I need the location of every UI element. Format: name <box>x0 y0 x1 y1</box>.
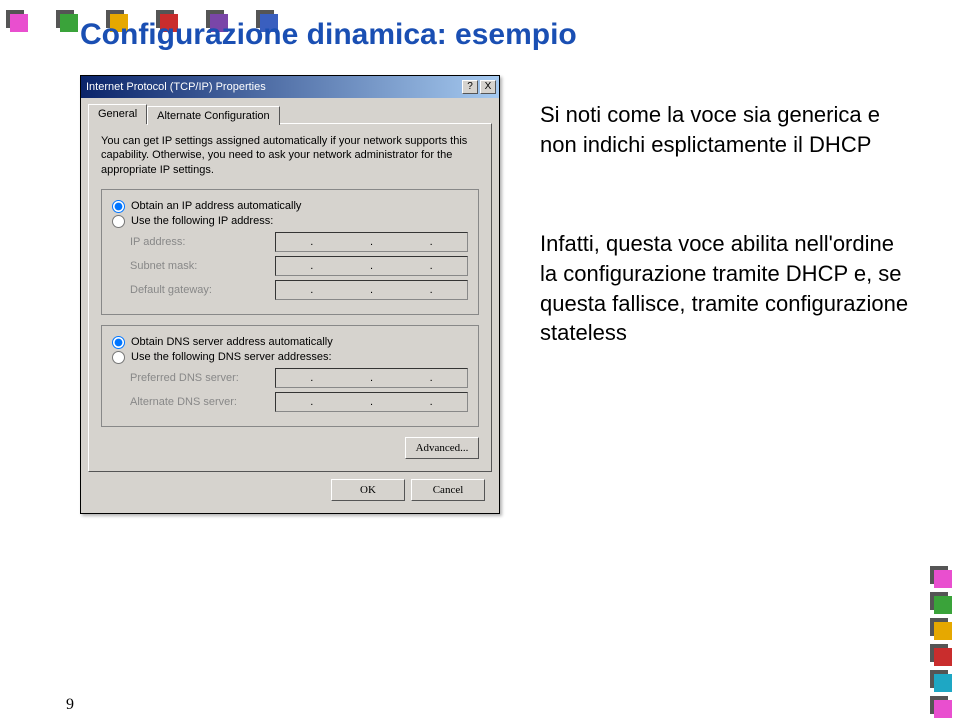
field-ip-address: IP address: ... <box>130 232 468 252</box>
page-number: 9 <box>66 696 74 714</box>
tab-panel-general: You can get IP settings assigned automat… <box>88 123 492 472</box>
annotation-1: Si noti come la voce sia generica e non … <box>540 100 910 159</box>
input-ip-address: ... <box>275 232 468 252</box>
label-subnet-mask: Subnet mask: <box>130 260 275 272</box>
close-button[interactable]: X <box>480 80 496 94</box>
label-default-gateway: Default gateway: <box>130 284 275 296</box>
tab-alternate-configuration[interactable]: Alternate Configuration <box>147 106 280 125</box>
page-title: Configurazione dinamica: esempio <box>80 18 577 52</box>
radio-use-ip-input[interactable] <box>112 215 125 228</box>
label-preferred-dns: Preferred DNS server: <box>130 372 275 384</box>
label-alternate-dns: Alternate DNS server: <box>130 396 275 408</box>
radio-obtain-dns-input[interactable] <box>112 336 125 349</box>
radio-use-ip[interactable]: Use the following IP address: <box>112 215 468 228</box>
annotation-2: Infatti, questa voce abilita nell'ordine… <box>540 229 910 348</box>
field-default-gateway: Default gateway: ... <box>130 280 468 300</box>
tab-bar: General Alternate Configuration <box>81 98 499 123</box>
radio-obtain-dns[interactable]: Obtain DNS server address automatically <box>112 336 468 349</box>
tcp-ip-properties-dialog: Internet Protocol (TCP/IP) Properties ? … <box>80 75 500 514</box>
radio-obtain-ip-label: Obtain an IP address automatically <box>131 200 301 212</box>
tab-general[interactable]: General <box>88 104 147 124</box>
ip-settings-group: Obtain an IP address automatically Use t… <box>101 189 479 315</box>
ok-button[interactable]: OK <box>331 479 405 501</box>
dialog-title: Internet Protocol (TCP/IP) Properties <box>86 81 266 93</box>
dns-settings-group: Obtain DNS server address automatically … <box>101 325 479 427</box>
radio-obtain-dns-label: Obtain DNS server address automatically <box>131 336 333 348</box>
input-preferred-dns: ... <box>275 368 468 388</box>
field-preferred-dns: Preferred DNS server: ... <box>130 368 468 388</box>
intro-text: You can get IP settings assigned automat… <box>101 134 479 177</box>
input-subnet-mask: ... <box>275 256 468 276</box>
radio-use-dns[interactable]: Use the following DNS server addresses: <box>112 351 468 364</box>
dialog-buttons: OK Cancel <box>81 479 499 513</box>
radio-use-dns-input[interactable] <box>112 351 125 364</box>
help-button[interactable]: ? <box>462 80 478 94</box>
field-alternate-dns: Alternate DNS server: ... <box>130 392 468 412</box>
decorative-squares-bottom <box>930 566 952 718</box>
input-alternate-dns: ... <box>275 392 468 412</box>
dialog-titlebar: Internet Protocol (TCP/IP) Properties ? … <box>81 76 499 98</box>
radio-use-ip-label: Use the following IP address: <box>131 215 273 227</box>
slide-annotations: Si noti come la voce sia generica e non … <box>540 100 910 418</box>
cancel-button[interactable]: Cancel <box>411 479 485 501</box>
radio-obtain-ip[interactable]: Obtain an IP address automatically <box>112 200 468 213</box>
input-default-gateway: ... <box>275 280 468 300</box>
label-ip-address: IP address: <box>130 236 275 248</box>
field-subnet-mask: Subnet mask: ... <box>130 256 468 276</box>
radio-obtain-ip-input[interactable] <box>112 200 125 213</box>
advanced-button[interactable]: Advanced... <box>405 437 479 459</box>
radio-use-dns-label: Use the following DNS server addresses: <box>131 351 332 363</box>
